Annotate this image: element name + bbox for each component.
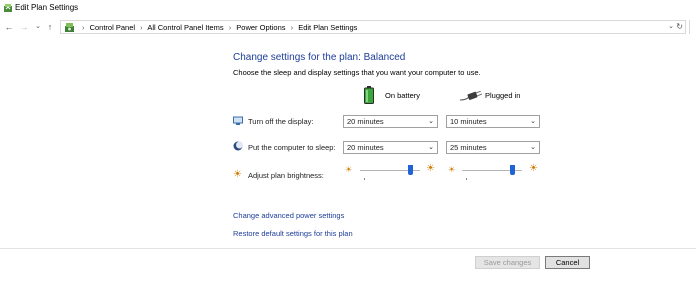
breadcrumb-separator: › (82, 23, 85, 32)
address-divider (689, 20, 690, 34)
breadcrumb-separator[interactable]: › (291, 23, 294, 32)
control-panel-icon (65, 23, 74, 32)
display-plugged-select[interactable]: 10 minutes ⌄ (446, 115, 540, 128)
turn-off-display-label: Turn off the display: (248, 117, 314, 126)
up-button[interactable]: ↑ (44, 21, 56, 33)
power-plug-icon (460, 91, 482, 101)
breadcrumb: › Control Panel › All Control Panel Item… (79, 23, 357, 33)
sleep-battery-select[interactable]: 20 minutes ⌄ (343, 141, 438, 154)
restore-defaults-link[interactable]: Restore default settings for this plan (233, 229, 353, 238)
breadcrumb-control-panel[interactable]: Control Panel (90, 23, 135, 32)
power-plan-icon (4, 4, 12, 12)
window-title: Edit Plan Settings (15, 3, 79, 12)
slider-tick (364, 178, 365, 180)
brightness-high-icon: ☀ (426, 163, 435, 174)
cancel-button[interactable]: Cancel (545, 256, 590, 269)
breadcrumb-power-options[interactable]: Power Options (236, 23, 285, 32)
chevron-down-icon: ⌄ (530, 118, 536, 125)
slider-tick (466, 178, 467, 180)
brightness-label: Adjust plan brightness: (248, 171, 324, 180)
refresh-button[interactable]: ↻ (676, 22, 683, 31)
slider-thumb[interactable] (510, 165, 515, 175)
chevron-down-icon: ⌄ (428, 144, 434, 151)
brightness-high-icon: ☀ (529, 163, 538, 174)
chevron-down-icon: ⌄ (428, 118, 434, 125)
brightness-battery-slider[interactable] (360, 165, 420, 181)
column-on-battery: On battery (385, 91, 421, 100)
sleep-plugged-value: 25 minutes (450, 143, 487, 152)
breadcrumb-separator[interactable]: › (229, 23, 232, 32)
advanced-settings-link[interactable]: Change advanced power settings (233, 211, 344, 220)
display-icon (233, 116, 243, 125)
slider-thumb[interactable] (408, 165, 413, 175)
sleep-plugged-select[interactable]: 25 minutes ⌄ (446, 141, 540, 154)
brightness-low-icon: ☀ (345, 165, 353, 174)
brightness-plugged-slider[interactable] (462, 165, 522, 181)
forward-button[interactable]: → (18, 21, 30, 33)
battery-icon (364, 86, 374, 104)
title-bar: Edit Plan Settings (0, 0, 696, 16)
moon-icon (233, 141, 243, 151)
address-dropdown-button[interactable]: ⌄ (668, 22, 674, 30)
brightness-low-icon: ☀ (448, 165, 456, 174)
breadcrumb-all-items[interactable]: All Control Panel Items (147, 23, 223, 32)
save-changes-button[interactable]: Save changes (475, 256, 540, 269)
back-button[interactable]: ← (3, 21, 15, 33)
display-plugged-value: 10 minutes (450, 117, 487, 126)
display-battery-select[interactable]: 20 minutes ⌄ (343, 115, 438, 128)
page-title: Change settings for the plan: Balanced (233, 52, 406, 63)
display-battery-value: 20 minutes (347, 117, 384, 126)
sleep-battery-value: 20 minutes (347, 143, 384, 152)
address-bar[interactable]: › Control Panel › All Control Panel Item… (60, 20, 686, 34)
recent-locations-button[interactable]: ⌄ (32, 21, 44, 33)
sun-icon: ☀ (233, 169, 242, 180)
page-subtitle: Choose the sleep and display settings th… (233, 68, 481, 77)
breadcrumb-edit-plan[interactable]: Edit Plan Settings (298, 23, 357, 32)
footer-divider (0, 248, 696, 249)
chevron-down-icon: ⌄ (530, 144, 536, 151)
breadcrumb-separator[interactable]: › (140, 23, 143, 32)
column-plugged-in: Plugged in (485, 91, 521, 100)
sleep-label: Put the computer to sleep: (248, 143, 336, 152)
